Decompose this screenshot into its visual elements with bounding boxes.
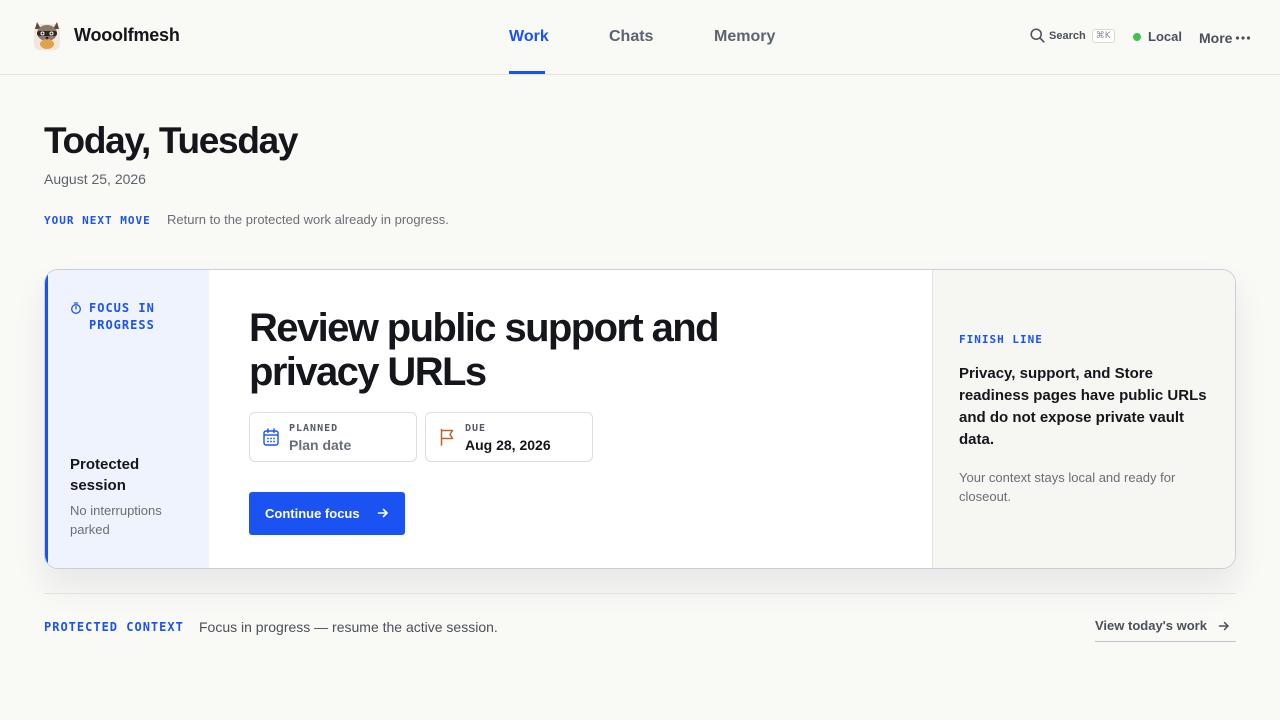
focus-badge: FOCUS IN PROGRESS xyxy=(70,300,169,334)
protected-session-title: Protected session xyxy=(70,456,140,494)
raccoon-mascot-icon xyxy=(34,22,60,50)
finish-line-subtext: Your context stays local and ready for c… xyxy=(959,470,1176,504)
page-title: Today, Tuesday xyxy=(44,120,299,161)
protected-context-label: PROTECTED CONTEXT xyxy=(44,620,184,634)
section-divider xyxy=(44,593,1236,594)
local-status-indicator[interactable]: Local xyxy=(1133,29,1182,44)
finish-line-panel: FINISH LINE Privacy, support, and Store … xyxy=(932,270,1235,568)
protected-context-text: Focus in progress — resume the active se… xyxy=(199,619,498,635)
tab-work[interactable]: Work xyxy=(509,28,549,46)
search-label: Search xyxy=(1049,29,1086,42)
arrow-right-icon xyxy=(1218,621,1229,631)
search-button[interactable]: Search ⌘K xyxy=(1030,28,1115,43)
planned-date-chip[interactable]: PLANNED Plan date xyxy=(249,412,417,462)
tab-memory[interactable]: Memory xyxy=(714,28,775,46)
status-dot-icon xyxy=(1133,32,1141,41)
more-menu-button[interactable]: More xyxy=(1199,30,1251,46)
continue-focus-label: Continue focus xyxy=(265,506,360,521)
arrow-right-icon xyxy=(377,508,388,518)
view-todays-work-link[interactable]: View today's work xyxy=(1095,618,1236,642)
focus-task-panel: Review public support and privacy URLs P… xyxy=(209,270,932,568)
flag-icon xyxy=(440,428,454,446)
calendar-icon xyxy=(263,428,279,446)
due-label: DUE xyxy=(465,423,487,434)
top-navigation-bar: Wooolfmesh Work Chats Memory Search ⌘K L… xyxy=(0,0,1280,75)
more-label: More xyxy=(1199,30,1233,46)
planned-label: PLANNED xyxy=(289,423,339,434)
next-move-label: YOUR NEXT MOVE xyxy=(44,214,151,227)
search-shortcut-hint: ⌘K xyxy=(1091,28,1115,43)
view-todays-work-label: View today's work xyxy=(1095,618,1207,633)
focus-badge-label: FOCUS IN PROGRESS xyxy=(89,301,155,332)
search-icon xyxy=(1030,28,1045,43)
focus-status-panel: FOCUS IN PROGRESS Protected session No i… xyxy=(45,270,209,568)
stopwatch-icon xyxy=(71,302,81,314)
focus-card: FOCUS IN PROGRESS Protected session No i… xyxy=(44,269,1236,569)
local-status-label: Local xyxy=(1148,29,1182,44)
active-tab-indicator xyxy=(509,71,545,74)
ellipsis-icon xyxy=(1236,36,1251,40)
finish-line-label: FINISH LINE xyxy=(959,333,1043,346)
due-value: Aug 28, 2026 xyxy=(465,437,551,453)
finish-line-text: Privacy, support, and Store readiness pa… xyxy=(959,365,1207,448)
protected-session-subtitle: No interruptions parked xyxy=(70,503,162,537)
brand[interactable]: Wooolfmesh xyxy=(30,18,180,52)
app-name: Wooolfmesh xyxy=(74,24,180,45)
tab-chats[interactable]: Chats xyxy=(609,28,653,46)
planned-value: Plan date xyxy=(289,437,352,453)
continue-focus-button[interactable]: Continue focus xyxy=(249,492,405,535)
page-date: August 25, 2026 xyxy=(44,171,146,187)
task-title: Review public support and privacy URLs xyxy=(249,306,720,394)
due-date-chip[interactable]: DUE Aug 28, 2026 xyxy=(425,412,593,462)
next-move-text: Return to the protected work already in … xyxy=(167,212,449,227)
